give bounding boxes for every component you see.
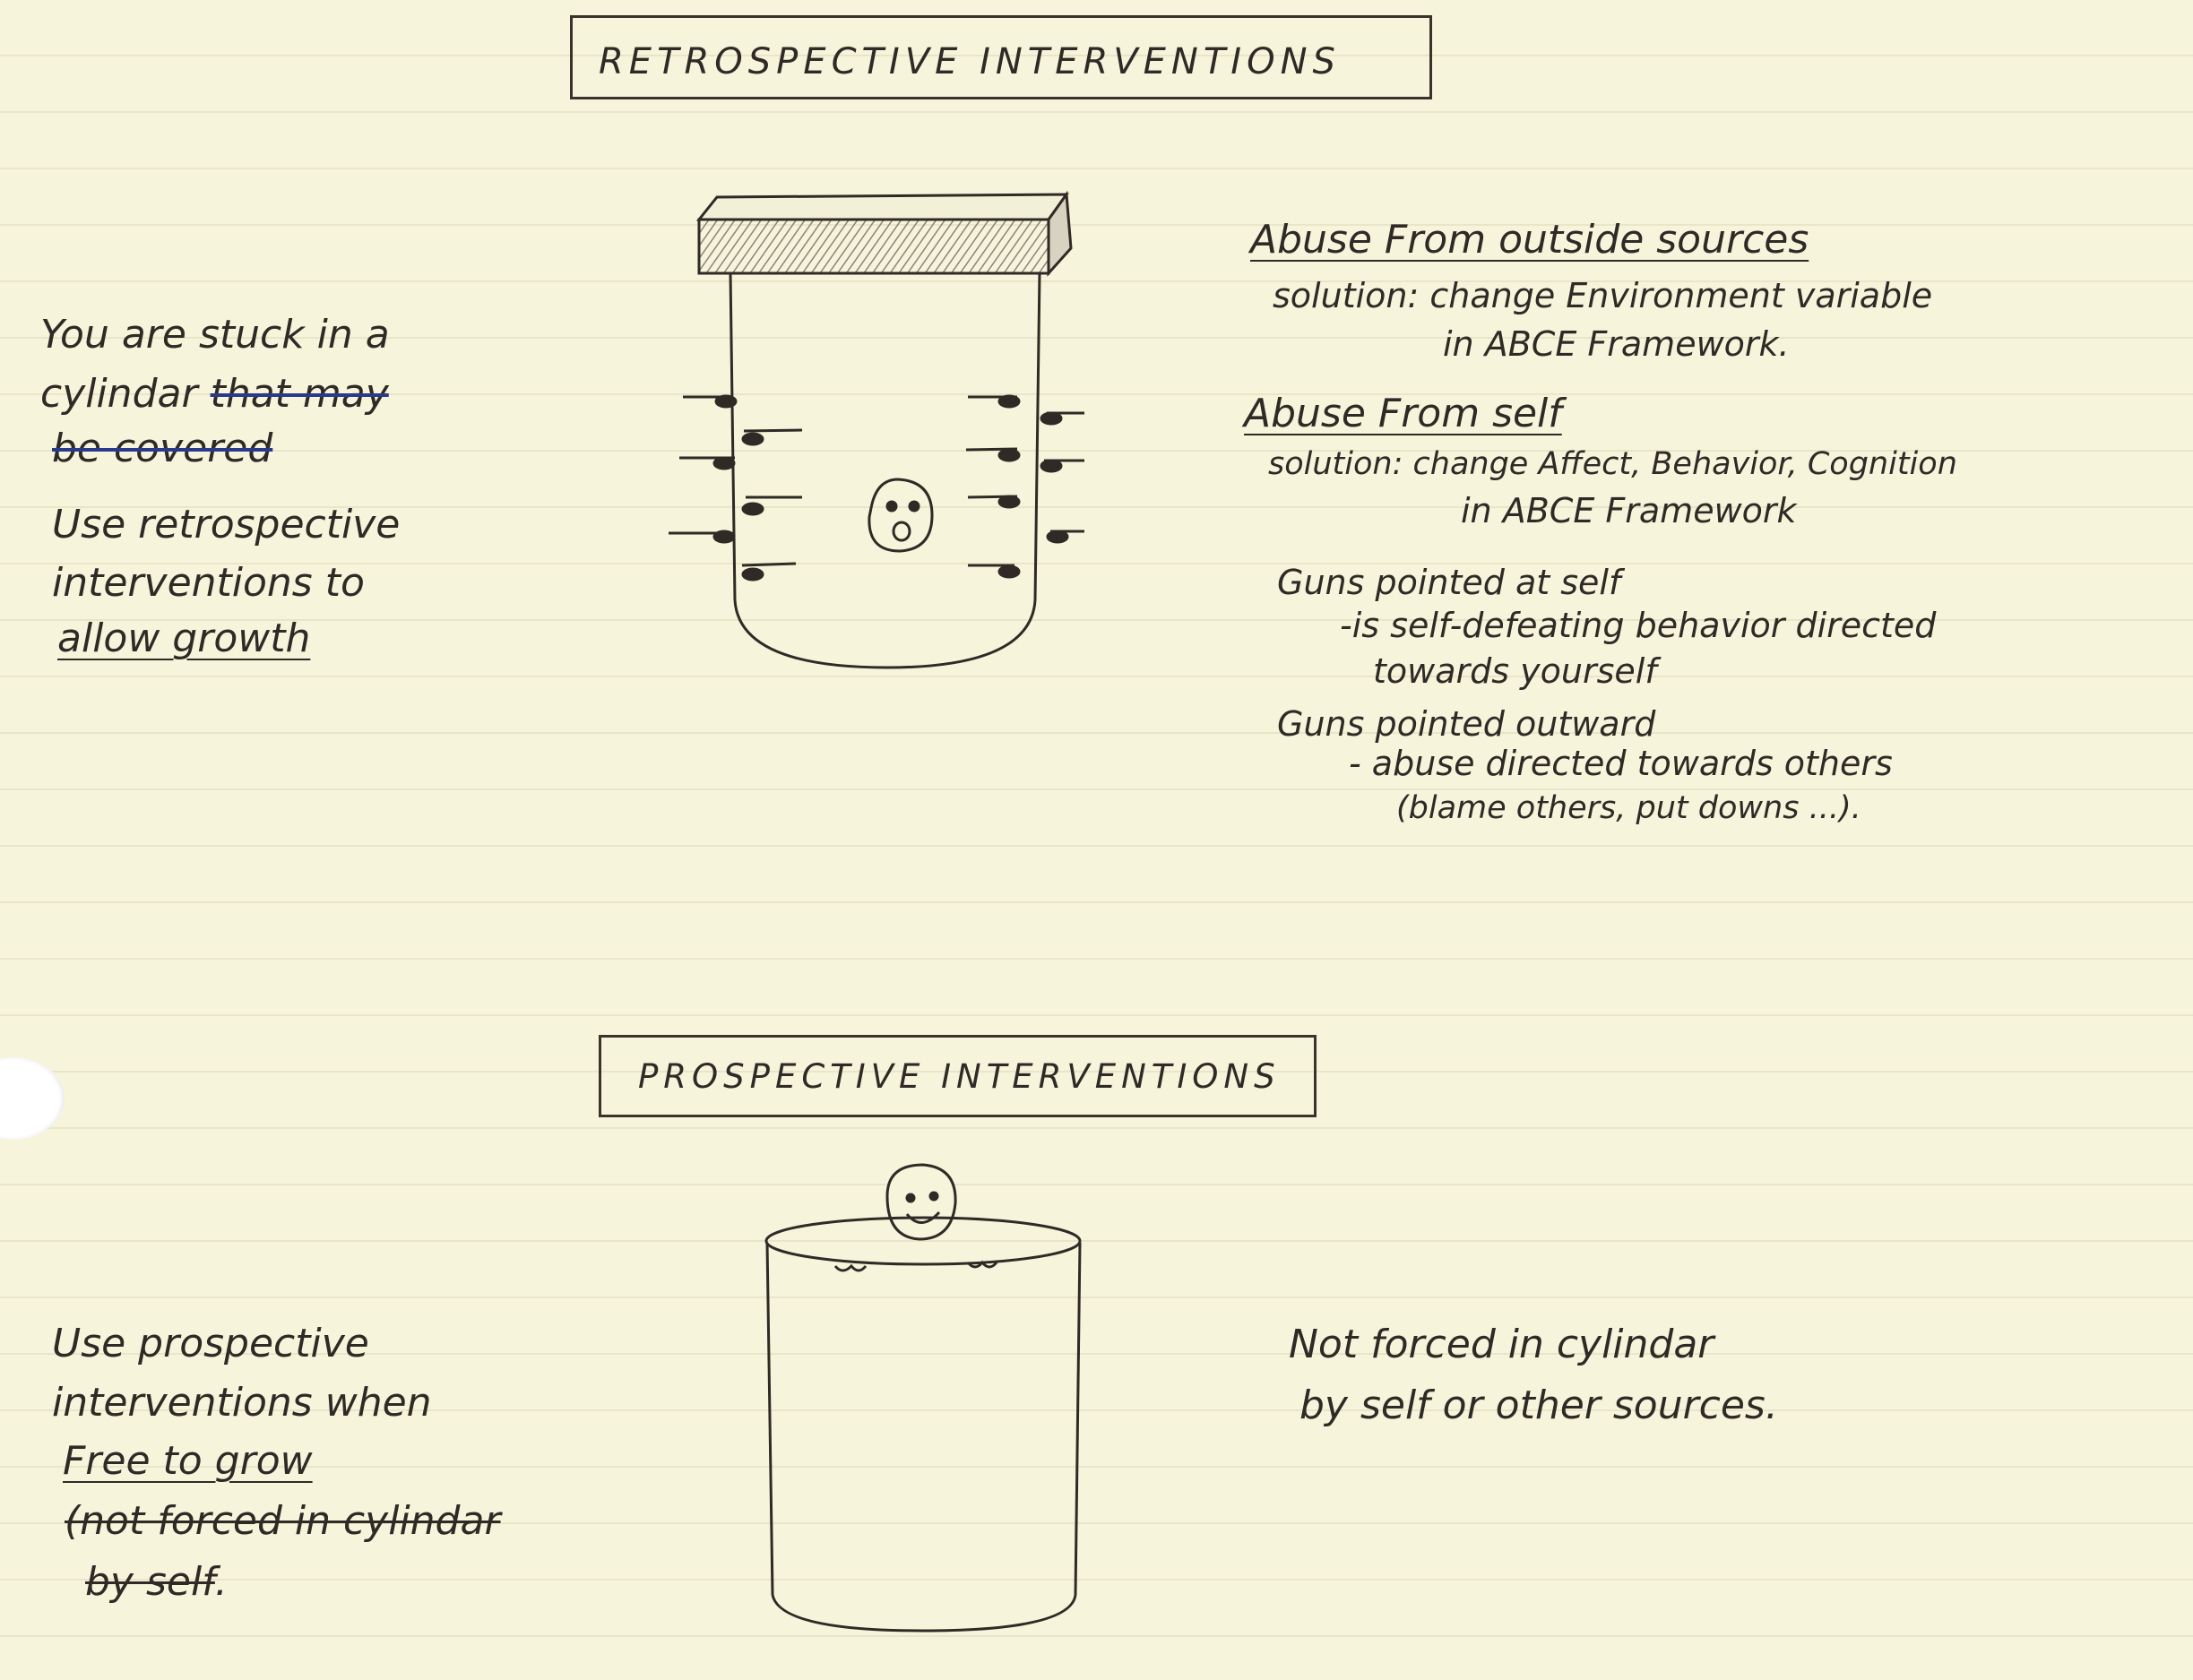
note-line: by self.	[85, 1559, 228, 1605]
cylinder-body	[729, 272, 1041, 669]
note-line: Guns pointed at self	[1277, 563, 1621, 602]
retrospective-title: RETROSPECTIVE INTERVENTIONS	[599, 41, 1341, 82]
cylinder-lid	[695, 190, 1073, 277]
note-line-underlined: Free to grow	[63, 1438, 313, 1484]
struck-text: be covered	[52, 426, 273, 471]
note-line: (blame others, put downs ...).	[1396, 790, 1861, 826]
happy-face-icon	[885, 1163, 957, 1241]
struck-text: (not forced in cylindar	[65, 1498, 501, 1544]
guns-right	[965, 394, 1084, 579]
note-text: .	[214, 1559, 228, 1605]
note-line: in ABCE Framework	[1461, 491, 1797, 530]
section-heading: Abuse From self	[1244, 391, 1562, 436]
cylinder-body	[764, 1216, 1082, 1633]
note-line: cylindar that may	[40, 371, 389, 417]
note-line: - abuse directed towards others	[1349, 744, 1893, 783]
gun-icon	[741, 502, 764, 516]
note-line: solution: change Environment variable	[1273, 276, 1933, 315]
gun-icon	[741, 567, 764, 582]
note-text: cylindar	[40, 371, 198, 417]
struck-text: that may	[210, 371, 389, 417]
gun-icon	[1040, 411, 1063, 426]
note-line: You are stuck in a	[40, 312, 390, 358]
note-line: in ABCE Framework.	[1443, 324, 1790, 364]
note-line: Use retrospective	[52, 502, 401, 547]
note-line: by self or other sources.	[1299, 1383, 1778, 1428]
gun-icon	[712, 456, 736, 470]
gun-icon	[1046, 530, 1069, 544]
note-line: Not forced in cylindar	[1289, 1322, 1714, 1367]
note-line: Use prospective	[52, 1321, 369, 1366]
section-heading: Abuse From outside sources	[1250, 217, 1809, 263]
note-line: interventions to	[52, 560, 365, 606]
trapped-cylinder-drawing	[669, 190, 1084, 669]
free-cylinder-drawing	[764, 1163, 1082, 1633]
note-line: -is self-defeating behavior directed	[1340, 606, 1937, 645]
note-line: Guns pointed outward	[1277, 704, 1656, 744]
note-line: interventions when	[52, 1380, 432, 1426]
struck-text: by self	[85, 1559, 215, 1605]
gun-icon	[741, 432, 764, 446]
note-line: towards yourself	[1373, 651, 1657, 691]
gun-icon	[997, 448, 1021, 462]
prospective-title: PROSPECTIVE INTERVENTIONS	[638, 1057, 1281, 1096]
gun-icon	[1040, 459, 1063, 473]
note-line-underlined: allow growth	[57, 616, 311, 661]
sad-face-icon	[868, 478, 934, 553]
note-line: solution: change Affect, Behavior, Cogni…	[1268, 446, 1957, 482]
binder-hole	[0, 1057, 65, 1140]
gun-icon	[997, 564, 1021, 579]
